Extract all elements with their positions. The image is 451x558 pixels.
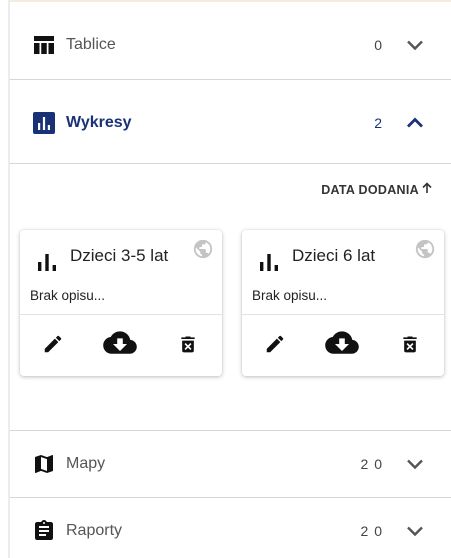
delete-icon[interactable] [392, 330, 428, 358]
card-divider [20, 314, 222, 315]
clipboard-icon [32, 519, 56, 543]
section-label-reports: Raporty [66, 522, 123, 539]
chevron-up-icon[interactable] [403, 111, 427, 135]
section-divider [10, 430, 451, 431]
section-divider [10, 79, 451, 80]
section-count-maps: 2 0 [360, 456, 383, 472]
sort-label: DATA DODANIA [321, 182, 419, 197]
chevron-down-icon[interactable] [403, 519, 427, 543]
chart-card[interactable]: Dzieci 6 lat Brak opisu... [242, 230, 444, 376]
bar-chart-icon [35, 249, 59, 273]
edit-icon[interactable] [257, 330, 293, 358]
section-label-tables: Tablice [66, 36, 116, 53]
section-header-maps[interactable]: Mapy 2 0 [10, 432, 451, 496]
table-icon [32, 33, 56, 57]
bar-chart-icon [257, 249, 281, 273]
sort-by-date-button[interactable]: DATA DODANIA [321, 182, 433, 197]
cloud-download-icon[interactable] [102, 330, 138, 358]
section-label-maps: Mapy [66, 455, 106, 472]
section-count-tables: 0 [374, 37, 383, 53]
card-title[interactable]: Dzieci 6 lat [292, 246, 375, 266]
section-count-reports: 2 0 [360, 523, 383, 539]
edit-icon[interactable] [35, 330, 71, 358]
section-divider [10, 497, 451, 498]
map-icon [32, 452, 56, 476]
arrow-up-icon [421, 182, 433, 197]
globe-icon [192, 238, 214, 260]
card-description: Brak opisu... [252, 288, 328, 303]
chevron-down-icon[interactable] [403, 33, 427, 57]
card-description: Brak opisu... [30, 288, 106, 303]
section-header-reports[interactable]: Raporty 2 0 [10, 499, 451, 558]
bar-chart-icon [32, 111, 56, 135]
globe-icon [414, 238, 436, 260]
cloud-download-icon[interactable] [324, 330, 360, 358]
card-divider [242, 314, 444, 315]
section-header-tables[interactable]: Tablice 0 [10, 12, 451, 78]
section-count-charts: 2 [374, 115, 383, 131]
top-border [10, 0, 451, 2]
delete-icon[interactable] [170, 330, 206, 358]
chart-card[interactable]: Dzieci 3-5 lat Brak opisu... [20, 230, 222, 376]
card-title[interactable]: Dzieci 3-5 lat [70, 246, 168, 266]
section-label-charts: Wykresy [66, 114, 132, 131]
section-header-charts[interactable]: Wykresy 2 [10, 90, 451, 156]
chevron-down-icon[interactable] [403, 452, 427, 476]
section-divider [10, 163, 451, 164]
